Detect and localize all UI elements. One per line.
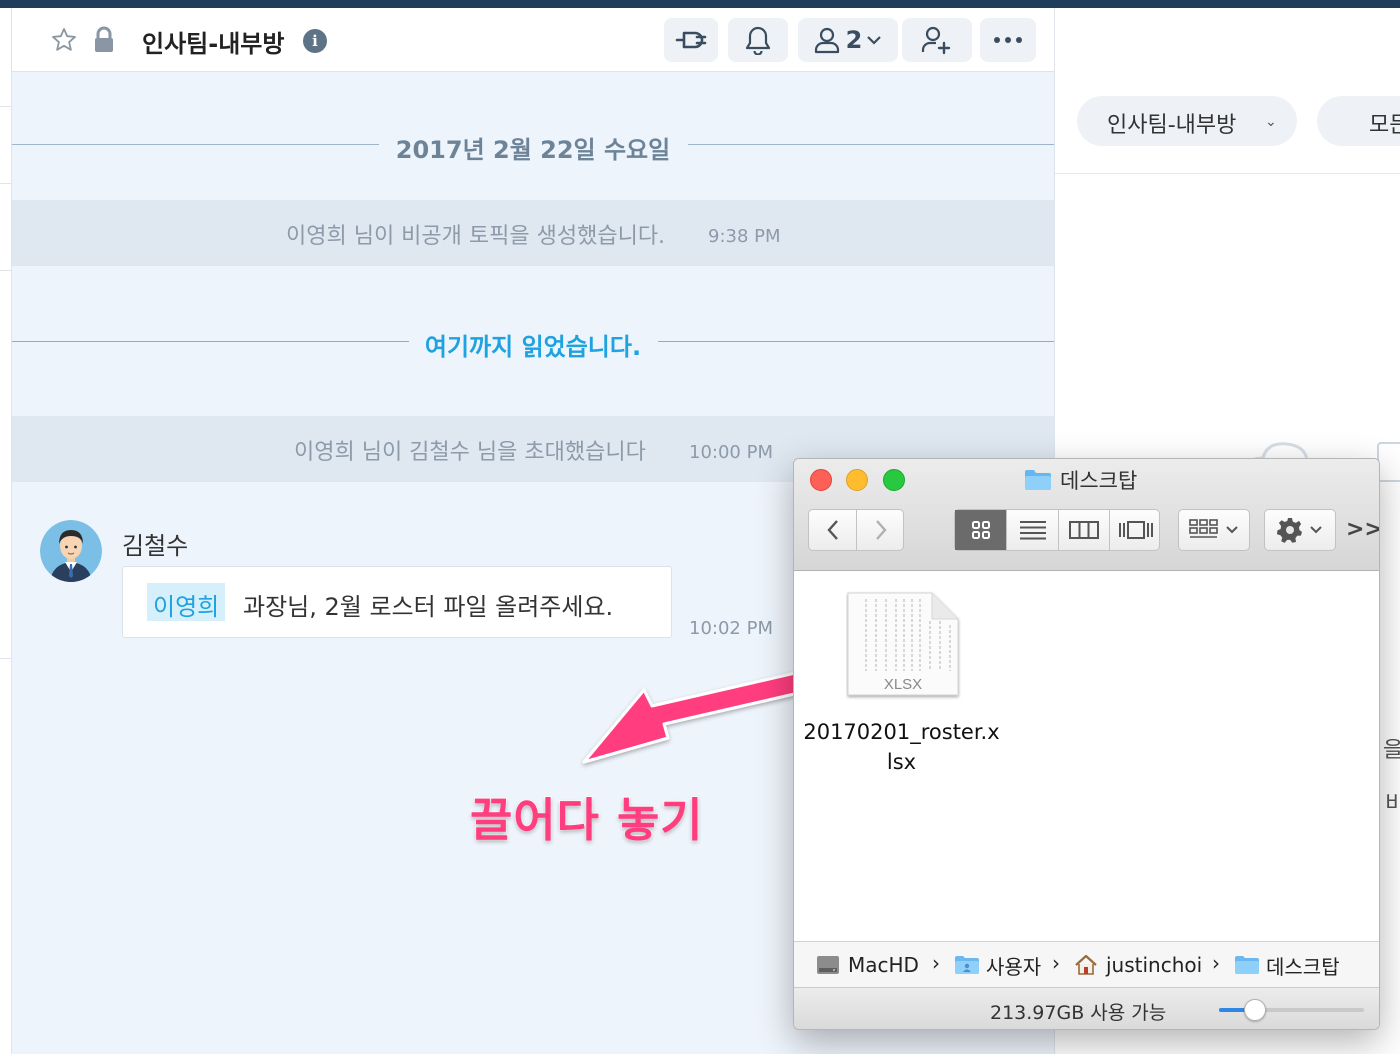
toolbar-overflow-button[interactable]: >> xyxy=(1346,517,1379,542)
path-item-machd[interactable]: MacHD xyxy=(816,952,919,978)
column-view-button[interactable] xyxy=(1059,510,1110,550)
date-divider: 2017년 2월 22일 수요일 xyxy=(12,124,1054,164)
status-bar: 213.97GB 사용 가능 xyxy=(794,987,1379,1029)
xlsx-file-icon[interactable]: XLSX xyxy=(846,591,961,701)
gallery-view-button[interactable] xyxy=(1110,510,1161,550)
lock-icon xyxy=(95,26,113,52)
nav-buttons xyxy=(808,509,904,551)
chevron-left-icon xyxy=(826,520,838,540)
view-mode-control xyxy=(954,509,1160,551)
topic-filter-label: 인사팀-내부방 xyxy=(1107,113,1237,138)
system-message-time: 9:38 PM xyxy=(708,226,781,247)
forward-button[interactable] xyxy=(857,510,905,550)
message-bubble: 이영희 과장님, 2월 로스터 파일 올려주세요. xyxy=(122,566,672,638)
path-item-desktop[interactable]: 데스크탑 xyxy=(1234,952,1340,979)
drag-drop-label: 끌어다 놓기 xyxy=(469,792,704,848)
back-button[interactable] xyxy=(809,510,857,550)
date-divider-label: 2017년 2월 22일 수요일 xyxy=(395,136,671,164)
hard-drive-icon xyxy=(817,956,839,974)
file-name-line: 20170201_roster.x xyxy=(803,720,1000,744)
path-label: 데스크탑 xyxy=(1266,954,1340,979)
add-user-icon xyxy=(921,26,951,55)
icon-view-button[interactable] xyxy=(955,510,1007,550)
icon-size-slider[interactable] xyxy=(1219,999,1364,1021)
finder-window: 데스크탑 >> XLSX 20170201_roster.x lsx MacHD… xyxy=(793,458,1380,1030)
right-panel-header: 인사팀-내부방 ⌄ 모든 xyxy=(1055,72,1400,174)
cover-flow-icon xyxy=(1118,521,1153,539)
path-item-users[interactable]: 사용자 xyxy=(954,952,1042,979)
users-folder-icon xyxy=(955,956,979,974)
right-panel-text: 을 xyxy=(1383,732,1400,764)
connect-button[interactable] xyxy=(664,18,718,62)
system-message-text: 이영희 님이 김철수 님을 초대했습니다 xyxy=(294,440,646,465)
action-button[interactable] xyxy=(1264,509,1336,551)
members-button[interactable]: 2 xyxy=(798,18,898,62)
chevron-down-icon xyxy=(867,36,882,45)
topic-title: 인사팀-내부방 xyxy=(142,30,285,58)
path-separator: › xyxy=(932,951,940,975)
finder-title-text: 데스크탑 xyxy=(1060,469,1138,493)
path-label: MacHD xyxy=(848,953,919,977)
message-text: 과장님, 2월 로스터 파일 올려주세요. xyxy=(243,593,614,621)
type-filter-dropdown[interactable]: 모든 xyxy=(1317,96,1400,146)
chevron-down-icon: ⌄ xyxy=(1265,114,1277,130)
path-separator: › xyxy=(1052,951,1060,975)
app-top-strip xyxy=(0,0,1400,8)
grid-icon xyxy=(971,521,990,539)
zoom-button[interactable] xyxy=(883,469,905,491)
more-button[interactable] xyxy=(980,18,1036,62)
file-name-line: lsx xyxy=(886,750,917,774)
home-icon xyxy=(1075,954,1097,975)
folder-icon xyxy=(1025,470,1051,490)
notification-button[interactable] xyxy=(728,18,788,62)
mention-tag[interactable]: 이영희 xyxy=(147,583,226,621)
topic-filter-dropdown[interactable]: 인사팀-내부방 ⌄ xyxy=(1077,96,1297,146)
bell-icon xyxy=(745,26,771,55)
sidebar-edge xyxy=(0,8,12,1054)
path-label: 사용자 xyxy=(986,954,1042,979)
star-icon[interactable] xyxy=(50,26,78,54)
finder-title: 데스크탑 xyxy=(1024,467,1137,493)
user-icon xyxy=(814,27,839,54)
gear-icon xyxy=(1277,518,1302,543)
read-marker-label: 여기까지 읽었습니다. xyxy=(424,333,642,361)
path-separator: › xyxy=(1212,951,1220,975)
free-space-label: 213.97GB 사용 가능 xyxy=(990,1002,1167,1024)
group-button[interactable] xyxy=(1178,509,1250,551)
list-icon xyxy=(1019,521,1046,540)
minimize-button[interactable] xyxy=(846,469,868,491)
message-time: 10:02 PM xyxy=(689,618,773,639)
invite-member-button[interactable] xyxy=(902,18,972,62)
finder-content: XLSX 20170201_roster.x lsx xyxy=(794,571,1379,941)
slider-knob[interactable] xyxy=(1244,999,1267,1021)
system-message-time: 10:00 PM xyxy=(689,442,773,463)
group-grid-icon xyxy=(1189,519,1218,538)
plug-icon xyxy=(675,31,707,49)
chevron-down-icon xyxy=(1310,526,1322,534)
sender-name[interactable]: 김철수 xyxy=(122,526,188,561)
chevron-right-icon xyxy=(876,520,887,540)
system-message-text: 이영희 님이 비공개 토픽을 생성했습니다. xyxy=(286,224,666,249)
upload-box-icon xyxy=(1377,442,1400,482)
path-bar: MacHD › 사용자 › justinchoi › 데스크탑 xyxy=(794,941,1379,987)
list-view-button[interactable] xyxy=(1007,510,1059,550)
read-marker: 여기까지 읽었습니다. xyxy=(12,321,1054,361)
path-label: justinchoi xyxy=(1106,953,1203,977)
folder-icon xyxy=(1235,956,1259,974)
right-panel-text: 비 xyxy=(1385,786,1400,818)
more-icon xyxy=(994,37,1022,43)
chat-header: 인사팀-내부방 i 2 xyxy=(12,8,1054,72)
type-filter-label: 모든 xyxy=(1369,113,1400,138)
path-item-justinchoi[interactable]: justinchoi xyxy=(1074,952,1202,978)
info-icon[interactable]: i xyxy=(303,29,327,53)
member-count: 2 xyxy=(845,26,863,54)
close-button[interactable] xyxy=(810,469,832,491)
chevron-down-icon xyxy=(1226,526,1238,534)
system-message: 이영희 님이 비공개 토픽을 생성했습니다. 9:38 PM xyxy=(12,200,1054,266)
columns-icon xyxy=(1069,521,1099,539)
file-name[interactable]: 20170201_roster.x lsx xyxy=(794,717,1009,777)
file-type-label: XLSX xyxy=(884,676,922,693)
finder-toolbar: 데스크탑 >> xyxy=(794,459,1379,571)
avatar[interactable] xyxy=(40,520,102,582)
